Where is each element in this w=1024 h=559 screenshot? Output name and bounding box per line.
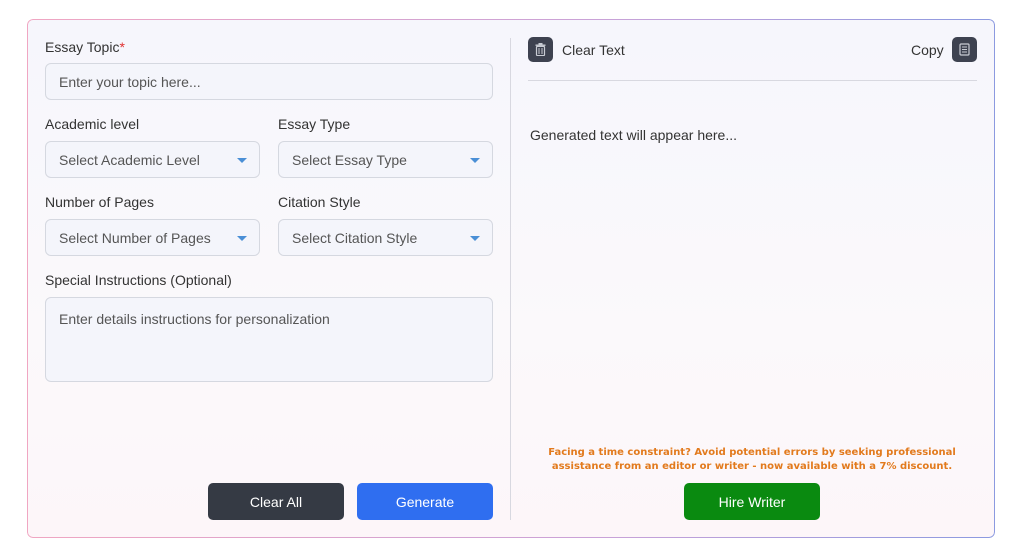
essay-topic-label: Essay Topic* xyxy=(45,39,125,55)
citation-style-select[interactable]: Select Citation Style xyxy=(278,219,493,256)
clear-all-button[interactable]: Clear All xyxy=(208,483,344,520)
generated-text-output: Generated text will appear here... xyxy=(530,127,738,143)
academic-level-value: Select Academic Level xyxy=(59,151,200,168)
caret-down-icon xyxy=(470,157,480,163)
citation-style-value: Select Citation Style xyxy=(292,229,418,246)
special-instructions-textarea[interactable]: Enter details instructions for personali… xyxy=(45,297,493,382)
caret-down-icon xyxy=(237,235,247,241)
panel-divider xyxy=(510,38,511,520)
special-instructions-placeholder: Enter details instructions for personali… xyxy=(59,311,330,327)
essay-topic-input[interactable]: Enter your topic here... xyxy=(45,63,493,100)
trash-icon xyxy=(535,43,546,56)
promo-message: Facing a time constraint? Avoid potentia… xyxy=(548,447,956,472)
essay-topic-placeholder: Enter your topic here... xyxy=(59,73,201,90)
toolbar-divider xyxy=(528,80,977,81)
academic-level-select[interactable]: Select Academic Level xyxy=(45,141,260,178)
number-of-pages-value: Select Number of Pages xyxy=(59,229,211,246)
number-of-pages-select[interactable]: Select Number of Pages xyxy=(45,219,260,256)
clear-text-button[interactable] xyxy=(528,37,553,62)
essay-type-select[interactable]: Select Essay Type xyxy=(278,141,493,178)
academic-level-label: Academic level xyxy=(45,116,140,132)
special-instructions-label: Special Instructions (Optional) xyxy=(45,272,232,288)
essay-type-label: Essay Type xyxy=(278,116,351,132)
required-mark: * xyxy=(119,39,125,55)
caret-down-icon xyxy=(237,157,247,163)
number-of-pages-label: Number of Pages xyxy=(45,194,154,210)
caret-down-icon xyxy=(470,235,480,241)
hire-writer-button[interactable]: Hire Writer xyxy=(684,483,820,520)
generate-button[interactable]: Generate xyxy=(357,483,493,520)
essay-type-value: Select Essay Type xyxy=(292,151,407,168)
copy-button[interactable] xyxy=(952,37,977,62)
clear-text-label[interactable]: Clear Text xyxy=(562,42,625,58)
clipboard-icon xyxy=(959,43,970,56)
copy-label[interactable]: Copy xyxy=(911,42,944,58)
citation-style-label: Citation Style xyxy=(278,194,361,210)
